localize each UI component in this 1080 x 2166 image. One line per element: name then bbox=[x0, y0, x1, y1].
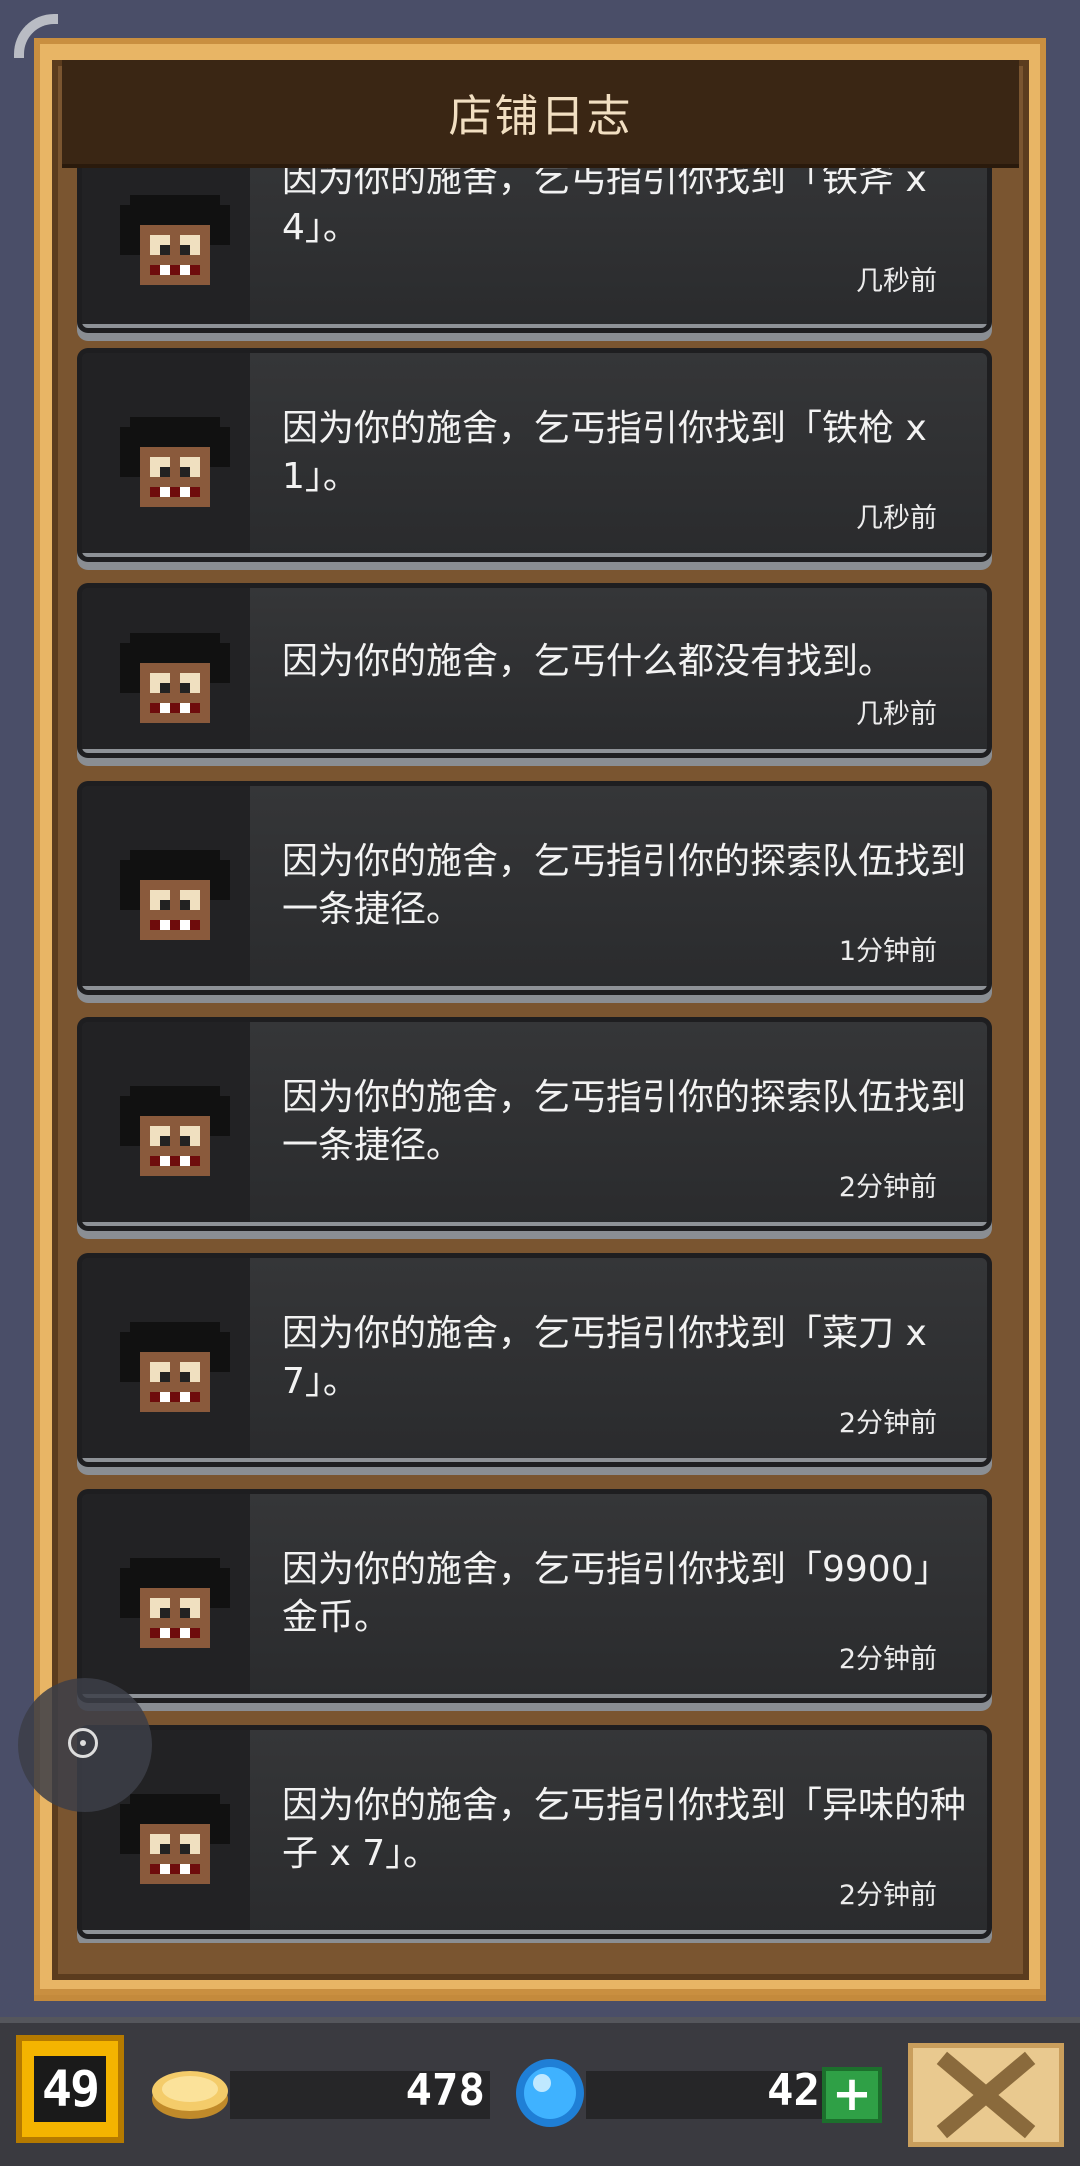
beggar-avatar-icon bbox=[120, 1322, 230, 1412]
page-title: 店铺日志 bbox=[448, 91, 633, 142]
gold-value: 478 bbox=[405, 2065, 485, 2116]
log-time: 几秒前 bbox=[856, 699, 937, 730]
log-time: 2分钟前 bbox=[838, 1408, 937, 1439]
avatar-cell bbox=[82, 353, 250, 557]
title-bar: 店铺日志 bbox=[62, 60, 1019, 168]
beggar-avatar-icon bbox=[120, 195, 230, 285]
log-entry: 因为你的施舍，乞丐指引你找到「异味的种子 x 7」。 2分钟前 bbox=[82, 1730, 987, 1934]
assistive-touch-dot-icon bbox=[80, 1740, 86, 1746]
log-time: 2分钟前 bbox=[838, 1172, 937, 1203]
avatar-cell bbox=[82, 1258, 250, 1462]
log-entry: 因为你的施舍，乞丐指引你找到「铁斧 x 4」。 几秒前 bbox=[82, 168, 987, 328]
log-message: 因为你的施舍，乞丐什么都没有找到。 bbox=[282, 641, 895, 682]
add-gems-button[interactable]: + bbox=[822, 2067, 882, 2123]
log-entry: 因为你的施舍，乞丐指引你的探索队伍找到一条捷径。 2分钟前 bbox=[82, 1022, 987, 1226]
log-entry: 因为你的施舍，乞丐指引你的探索队伍找到一条捷径。 1分钟前 bbox=[82, 786, 987, 990]
assistive-touch-button[interactable] bbox=[18, 1678, 152, 1812]
level-badge[interactable]: 49 bbox=[16, 2035, 124, 2143]
gem-value: 42 bbox=[767, 2065, 820, 2116]
beggar-avatar-icon bbox=[120, 850, 230, 940]
log-message: 因为你的施舍，乞丐指引你的探索队伍找到一条捷径。 bbox=[282, 1077, 967, 1166]
currency-bar: 49 478 42 + bbox=[0, 2017, 1080, 2166]
log-entry: 因为你的施舍，乞丐指引你找到「菜刀 x 7」。 2分钟前 bbox=[82, 1258, 987, 1462]
beggar-avatar-icon bbox=[120, 1558, 230, 1648]
log-time: 2分钟前 bbox=[838, 1644, 937, 1675]
log-entry: 因为你的施舍，乞丐指引你找到「铁枪 x 1」。 几秒前 bbox=[82, 353, 987, 557]
close-icon bbox=[936, 2051, 1036, 2139]
log-entry: 因为你的施舍，乞丐什么都没有找到。 几秒前 bbox=[82, 588, 987, 753]
gem-icon bbox=[516, 2059, 584, 2127]
avatar-cell bbox=[82, 786, 250, 990]
log-message: 因为你的施舍，乞丐指引你找到「菜刀 x 7」。 bbox=[282, 1313, 927, 1402]
log-list[interactable]: 因为你的施舍，乞丐指引你找到「铁斧 x 4」。 几秒前 因为你的施舍，乞丐指引你… bbox=[62, 168, 1019, 1943]
avatar-cell bbox=[82, 588, 250, 753]
log-time: 几秒前 bbox=[856, 266, 937, 297]
close-button[interactable] bbox=[908, 2043, 1064, 2147]
level-value: 49 bbox=[33, 2056, 107, 2122]
avatar-cell bbox=[82, 1022, 250, 1226]
log-time: 几秒前 bbox=[856, 503, 937, 534]
beggar-avatar-icon bbox=[120, 1086, 230, 1176]
log-message: 因为你的施舍，乞丐指引你找到「铁枪 x 1」。 bbox=[282, 408, 927, 497]
log-time: 2分钟前 bbox=[838, 1880, 937, 1911]
beggar-avatar-icon bbox=[120, 632, 230, 723]
log-message: 因为你的施舍，乞丐指引你的探索队伍找到一条捷径。 bbox=[282, 841, 967, 930]
log-message: 因为你的施舍，乞丐指引你找到「异味的种子 x 7」。 bbox=[282, 1785, 967, 1874]
beggar-avatar-icon bbox=[120, 1794, 230, 1884]
log-entry: 因为你的施舍，乞丐指引你找到「9900」金币。 2分钟前 bbox=[82, 1494, 987, 1698]
coin-icon bbox=[152, 2071, 228, 2119]
log-message: 因为你的施舍，乞丐指引你找到「9900」金币。 bbox=[282, 1549, 950, 1638]
log-message: 因为你的施舍，乞丐指引你找到「铁斧 x 4」。 bbox=[282, 168, 927, 248]
avatar-cell bbox=[82, 168, 250, 328]
log-time: 1分钟前 bbox=[838, 936, 937, 967]
beggar-avatar-icon bbox=[120, 417, 230, 507]
avatar-cell bbox=[82, 1494, 250, 1698]
